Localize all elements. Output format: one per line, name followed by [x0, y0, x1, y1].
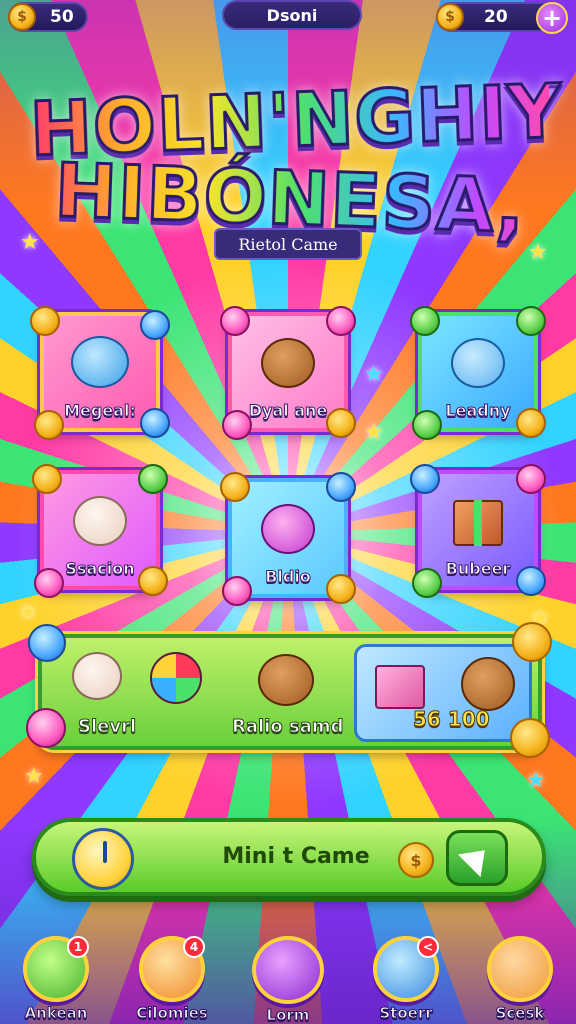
coin-icon	[32, 464, 62, 494]
game-tile-6[interactable]: Bubeer	[410, 464, 546, 598]
coin-icon	[34, 568, 64, 598]
bear-icon	[461, 657, 515, 711]
nav-label: Lorm	[266, 1006, 310, 1024]
coin-icon	[412, 410, 442, 440]
star-icon: ★	[18, 600, 38, 625]
star-icon: ★	[24, 764, 44, 789]
white-bear-icon	[72, 652, 122, 700]
mini-game-label: Mini t Came	[222, 844, 370, 869]
coin-icon	[516, 408, 546, 438]
coin-icon: $	[398, 842, 434, 878]
coin-icon	[516, 566, 546, 596]
nav-label: Stoerr	[379, 1004, 433, 1023]
coin-counter-left[interactable]: $ 50	[8, 2, 88, 32]
coin-icon	[510, 718, 550, 758]
star-icon: ★	[364, 362, 384, 387]
bear-icon	[253, 332, 323, 396]
cube-icon: 1	[23, 936, 89, 1002]
coin-icon	[326, 306, 356, 336]
offer-price: 56 100	[413, 707, 491, 732]
bear-face-icon	[487, 936, 553, 1002]
panel-center-label: Ralio samd	[231, 716, 344, 738]
game-tile-2[interactable]: Dyal ane	[220, 306, 356, 440]
game-tile-5[interactable]: Bldio	[220, 472, 356, 606]
coin-icon: $	[8, 3, 36, 31]
gift-box-icon	[375, 665, 425, 709]
tile-label: Bubeer	[445, 559, 511, 579]
nav-label: Ankean	[24, 1004, 88, 1023]
notification-badge: 4	[183, 936, 205, 958]
bottom-nav: 1 Ankean 4 Cilomies Lorm < Stoerr Scesk	[0, 936, 576, 1024]
tile-label: Megeal:	[64, 401, 137, 421]
player-name-pill[interactable]: Dsoni	[222, 0, 362, 30]
coin-icon	[26, 708, 66, 748]
nav-item-scesk[interactable]: Scesk	[470, 936, 570, 1024]
coin-icon	[222, 576, 252, 606]
plus-icon[interactable]: +	[536, 2, 568, 34]
coin-count-right: 20	[484, 7, 508, 27]
coin-icon	[220, 306, 250, 336]
star-icon: ★	[526, 768, 546, 793]
leaf-icon	[252, 936, 324, 1004]
coin-icon	[412, 568, 442, 598]
coin-icon: $	[436, 3, 464, 31]
coin-icon	[326, 472, 356, 502]
player-name: Dsoni	[266, 5, 318, 25]
coin-icon	[410, 464, 440, 494]
shop-offer[interactable]: 56 100	[354, 644, 532, 742]
tile-label: Leadny	[445, 401, 511, 421]
coin-icon	[138, 566, 168, 596]
game-tile-3[interactable]: Leadny	[410, 306, 546, 440]
arrow-icon	[457, 838, 497, 878]
panel-left-label: Slevrl	[77, 716, 137, 738]
featured-panel[interactable]: Slevrl Ralio samd 56 100	[26, 622, 552, 758]
clock-icon	[72, 828, 134, 890]
star-icon: ★	[20, 230, 40, 255]
coin-icon	[326, 408, 356, 438]
notification-badge: <	[417, 936, 439, 958]
star-icon: ★	[528, 240, 548, 265]
coin-icon	[138, 464, 168, 494]
blue-creature-icon	[65, 332, 135, 396]
tile-label: Bldio	[265, 567, 312, 587]
gift-box-icon	[443, 490, 513, 554]
coin-icon	[220, 472, 250, 502]
nav-item-stoerr[interactable]: < Stoerr	[356, 936, 456, 1024]
mini-game-button[interactable]: Mini t Came $	[32, 818, 546, 896]
tile-label: Ssacion	[65, 559, 135, 579]
bear-icon	[258, 654, 314, 706]
coin-counter-right[interactable]: $ 20 +	[436, 2, 568, 34]
play-button[interactable]	[446, 830, 508, 886]
nav-item-lorm[interactable]: Lorm	[238, 936, 338, 1024]
coin-icon	[140, 310, 170, 340]
tile-label: Dyal ane	[248, 401, 328, 421]
notification-badge: 1	[67, 936, 89, 958]
nav-item-cilomies[interactable]: 4 Cilomies	[122, 936, 222, 1024]
pink-bear-icon	[253, 498, 323, 562]
coin-icon	[326, 574, 356, 604]
game-tile-1[interactable]: Megeal:	[30, 306, 170, 440]
box-icon: <	[373, 936, 439, 1002]
coin-icon	[516, 306, 546, 336]
coin-count-left: 50	[50, 7, 74, 27]
coin-icon	[222, 410, 252, 440]
coin-icon	[512, 622, 552, 662]
ornament-ball-icon	[150, 652, 202, 704]
coin-icon	[410, 306, 440, 336]
star-icon: ★	[364, 420, 384, 445]
coin-icon	[34, 410, 64, 440]
blue-bear-icon	[443, 332, 513, 396]
nav-label: Cilomies	[136, 1004, 208, 1023]
puzzle-icon: 4	[139, 936, 205, 1002]
coin-icon	[516, 464, 546, 494]
nav-item-ankean[interactable]: 1 Ankean	[6, 936, 106, 1024]
white-bear-icon	[65, 490, 135, 554]
nav-label: Scesk	[495, 1004, 545, 1023]
coin-icon	[28, 624, 66, 662]
game-subtitle: Rietol Came	[214, 228, 362, 260]
coin-icon	[30, 306, 60, 336]
coin-icon	[140, 408, 170, 438]
game-tile-4[interactable]: Ssacion	[32, 464, 168, 598]
